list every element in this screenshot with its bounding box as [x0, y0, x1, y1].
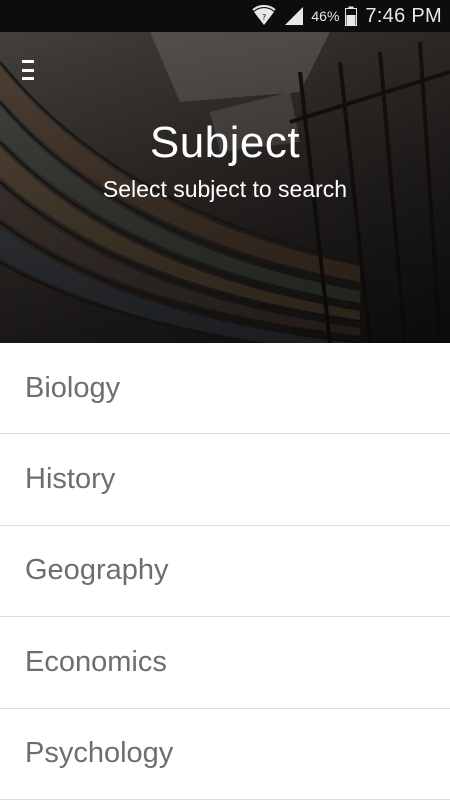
subject-item-biology[interactable]: Biology: [0, 343, 450, 435]
status-bar: ? 46% 7:46 PM: [0, 0, 450, 32]
subject-list: Biology History Geography Economics Psyc…: [0, 343, 450, 800]
subject-item-history[interactable]: History: [0, 434, 450, 526]
page-title: Subject: [149, 118, 301, 167]
signal-icon: [283, 6, 305, 26]
subject-item-economics[interactable]: Economics: [0, 617, 450, 709]
battery-icon: [345, 6, 358, 26]
subject-item-psychology[interactable]: Psychology: [0, 709, 450, 800]
svg-text:?: ?: [262, 13, 266, 22]
wifi-icon: ?: [251, 5, 277, 27]
battery-percent: 46%: [311, 8, 340, 24]
hamburger-menu-icon[interactable]: [22, 58, 42, 82]
page-subtitle: Select subject to search: [102, 176, 348, 202]
header-banner: Subject Select subject to search: [0, 32, 450, 343]
clock: 7:46 PM: [365, 4, 442, 27]
subject-item-geography[interactable]: Geography: [0, 526, 450, 618]
